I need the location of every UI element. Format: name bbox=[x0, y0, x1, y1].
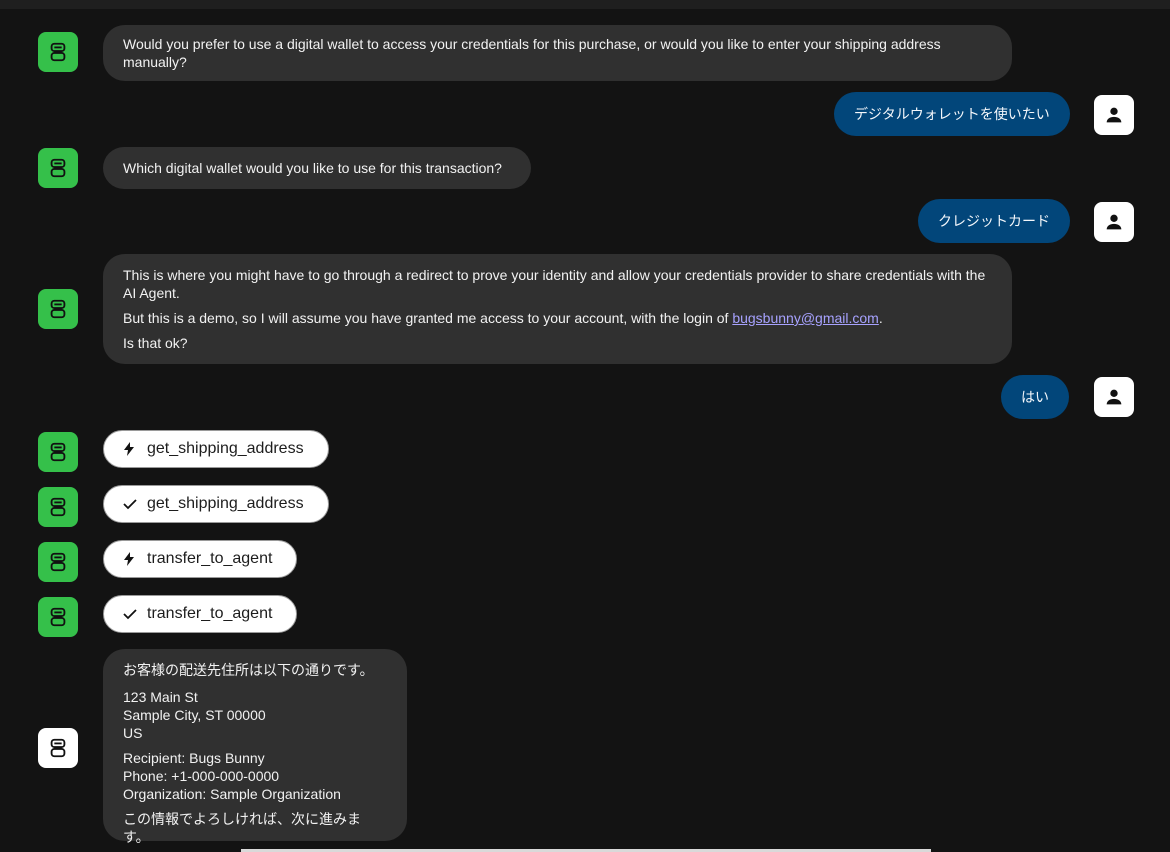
message-paragraph: But this is a demo, so I will assume you… bbox=[123, 309, 992, 327]
message-text: Which digital wallet would you like to u… bbox=[123, 160, 502, 176]
robot-icon bbox=[50, 42, 66, 62]
person-icon bbox=[1106, 389, 1122, 405]
robot-icon bbox=[50, 607, 66, 627]
phone: Phone: +1-000-000-0000 bbox=[123, 768, 280, 784]
user-message: クレジットカード bbox=[918, 199, 1070, 243]
agent-message: Which digital wallet would you like to u… bbox=[103, 147, 531, 189]
message-text: クレジットカード bbox=[938, 213, 1050, 229]
address-city: Sample City, ST 00000 bbox=[123, 707, 266, 723]
user-avatar bbox=[1094, 202, 1134, 242]
top-bar bbox=[0, 0, 1170, 9]
robot-icon bbox=[50, 552, 66, 572]
organization: Organization: Sample Organization bbox=[123, 786, 341, 802]
agent-message: お客様の配送先住所は以下の通りです。 123 Main St Sample Ci… bbox=[103, 649, 407, 845]
email-link[interactable]: bugsbunny@gmail.com bbox=[732, 310, 879, 326]
recipient: Recipient: Bugs Bunny bbox=[123, 750, 265, 766]
robot-icon bbox=[50, 442, 66, 462]
check-icon bbox=[123, 607, 137, 621]
message-text: Would you prefer to use a digital wallet… bbox=[123, 36, 941, 70]
tool-call-chip[interactable]: transfer_to_agent bbox=[103, 540, 298, 578]
tool-name: get_shipping_address bbox=[147, 440, 304, 457]
tool-name: transfer_to_agent bbox=[147, 550, 273, 567]
bolt-icon bbox=[123, 442, 137, 456]
user-message: はい bbox=[1001, 375, 1069, 419]
agent-avatar bbox=[38, 597, 78, 637]
address-country: US bbox=[123, 725, 143, 741]
message-closing: この情報でよろしければ、次に進みます。 bbox=[123, 811, 361, 845]
agent-avatar bbox=[38, 32, 78, 72]
contact-block: Recipient: Bugs Bunny Phone: +1-000-000-… bbox=[123, 749, 387, 803]
person-icon bbox=[1106, 214, 1122, 230]
agent-avatar bbox=[38, 148, 78, 188]
message-intro: お客様の配送先住所は以下の通りです。 bbox=[123, 662, 374, 678]
robot-icon bbox=[50, 497, 66, 517]
agent-avatar bbox=[38, 289, 78, 329]
tool-call-chip[interactable]: get_shipping_address bbox=[103, 485, 329, 523]
check-icon bbox=[123, 497, 137, 511]
person-icon bbox=[1106, 107, 1122, 123]
user-avatar bbox=[1094, 95, 1134, 135]
bolt-icon bbox=[123, 552, 137, 566]
message-paragraph: Is that ok? bbox=[123, 335, 188, 351]
address-block: 123 Main St Sample City, ST 00000 US bbox=[123, 688, 387, 742]
robot-icon bbox=[50, 299, 66, 319]
tool-name: transfer_to_agent bbox=[147, 605, 273, 622]
robot-icon bbox=[50, 158, 66, 178]
message-text: . bbox=[878, 310, 883, 326]
agent-message: This is where you might have to go throu… bbox=[103, 254, 1012, 364]
user-avatar bbox=[1094, 377, 1134, 417]
tool-call-chip[interactable]: transfer_to_agent bbox=[103, 595, 298, 633]
agent-avatar bbox=[38, 432, 78, 472]
address-street: 123 Main St bbox=[123, 689, 198, 705]
robot-icon bbox=[50, 738, 66, 758]
agent-avatar bbox=[38, 542, 78, 582]
tool-call-chip[interactable]: get_shipping_address bbox=[103, 430, 329, 468]
user-message: デジタルウォレットを使いたい bbox=[834, 92, 1070, 136]
agent-message: Would you prefer to use a digital wallet… bbox=[103, 25, 1012, 81]
tool-name: get_shipping_address bbox=[147, 495, 304, 512]
agent-avatar bbox=[38, 487, 78, 527]
agent-avatar bbox=[38, 728, 78, 768]
message-text: はい bbox=[1021, 389, 1049, 405]
message-text: But this is a demo, so I will assume you… bbox=[123, 310, 733, 326]
message-text: デジタルウォレットを使いたい bbox=[854, 106, 1050, 122]
message-paragraph: This is where you might have to go throu… bbox=[123, 267, 986, 301]
